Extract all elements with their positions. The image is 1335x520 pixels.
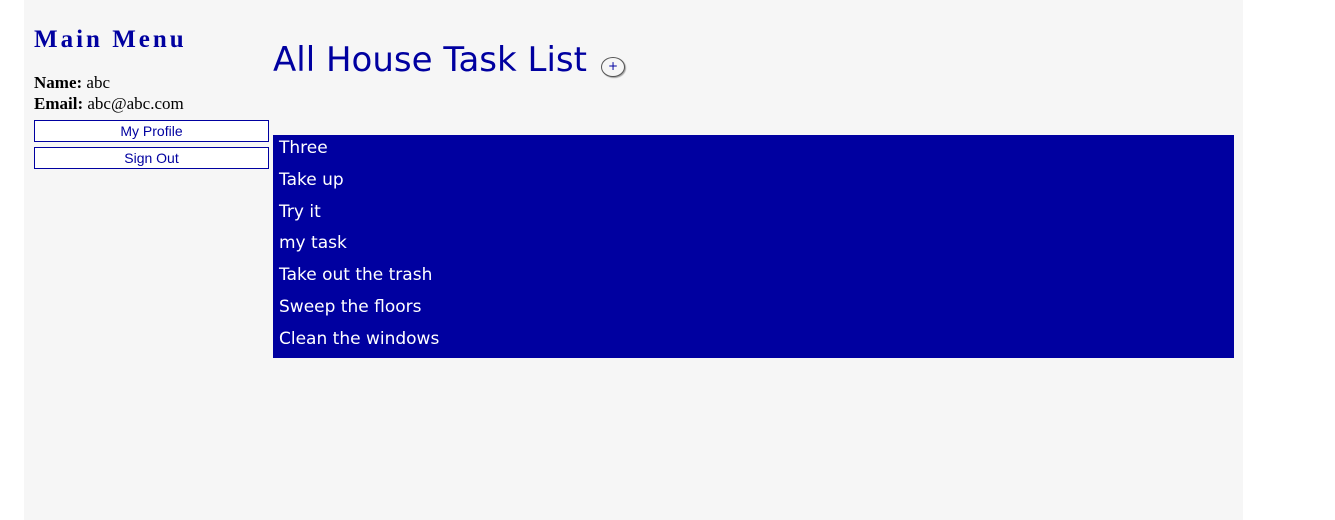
add-task-button[interactable]: +: [601, 57, 625, 77]
sign-out-button[interactable]: Sign Out: [34, 147, 269, 169]
task-item[interactable]: Try it: [273, 199, 1234, 231]
email-value: abc@abc.com: [87, 94, 184, 113]
task-item[interactable]: Three: [273, 135, 1234, 167]
sidebar: Main Menu Name: abc Email: abc@abc.com M…: [34, 24, 270, 169]
task-item[interactable]: Sweep the floors: [273, 294, 1234, 326]
name-label: Name:: [34, 73, 83, 92]
task-item[interactable]: Take up: [273, 167, 1234, 199]
page-container: Main Menu Name: abc Email: abc@abc.com M…: [24, 0, 1243, 520]
task-item[interactable]: Clean the windows: [273, 326, 1234, 358]
task-list: Three Take up Try it my task Take out th…: [273, 135, 1234, 358]
user-email-line: Email: abc@abc.com: [34, 93, 270, 114]
page-title: All House Task List: [273, 40, 587, 80]
user-name-line: Name: abc: [34, 72, 270, 93]
main-menu-title: Main Menu: [34, 26, 187, 53]
task-item[interactable]: Take out the trash: [273, 262, 1234, 294]
name-value: abc: [86, 73, 110, 92]
my-profile-button[interactable]: My Profile: [34, 120, 269, 142]
email-label: Email:: [34, 94, 84, 113]
task-item[interactable]: my task: [273, 230, 1234, 262]
